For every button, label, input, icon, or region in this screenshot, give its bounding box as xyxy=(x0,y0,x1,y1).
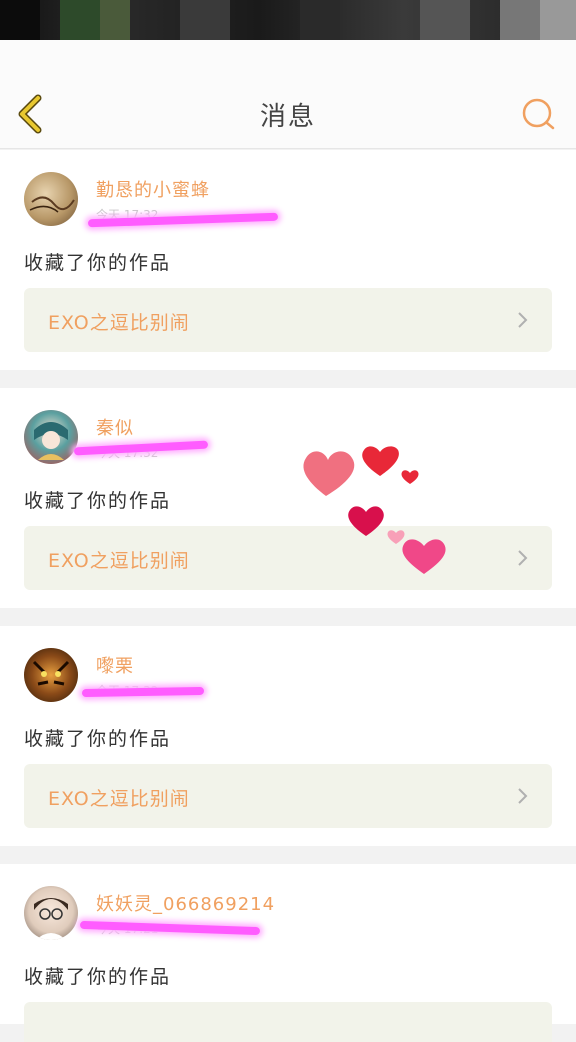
chevron-right-icon xyxy=(518,550,528,566)
username[interactable]: 秦似 xyxy=(96,414,134,440)
work-link[interactable]: EXO之逗比别闹 xyxy=(24,288,552,352)
work-title: EXO之逗比别闹 xyxy=(48,550,190,572)
search-button[interactable] xyxy=(520,96,556,132)
message-card: 妖妖灵_066869214 今天 17:21 收藏了你的作品 xyxy=(0,864,576,1042)
work-title: EXO之逗比别闹 xyxy=(48,312,190,334)
chevron-right-icon xyxy=(518,312,528,328)
avatar[interactable] xyxy=(24,410,78,464)
action-text: 收藏了你的作品 xyxy=(24,252,172,274)
username[interactable]: 妖妖灵_066869214 xyxy=(96,890,275,916)
action-text: 收藏了你的作品 xyxy=(24,728,172,750)
nav-header: 消息 xyxy=(0,40,576,149)
avatar[interactable] xyxy=(24,648,78,702)
search-icon xyxy=(522,98,555,130)
work-link[interactable]: EXO之逗比别闹 xyxy=(24,526,552,590)
avatar[interactable] xyxy=(24,172,78,226)
message-card: 勤恳的小蜜蜂 今天 17:32 收藏了你的作品 EXO之逗比别闹 xyxy=(0,150,576,370)
action-text: 收藏了你的作品 xyxy=(24,490,172,512)
avatar-image xyxy=(29,196,75,213)
avatar-image xyxy=(34,898,68,940)
message-card: 嚟栗 今天 17:32 收藏了你的作品 EXO之逗比别闹 xyxy=(0,626,576,846)
work-link[interactable] xyxy=(24,1002,552,1042)
username[interactable]: 勤恳的小蜜蜂 xyxy=(96,176,210,202)
avatar-image xyxy=(34,422,68,460)
action-text: 收藏了你的作品 xyxy=(24,966,172,988)
username[interactable]: 嚟栗 xyxy=(96,652,134,678)
status-bar xyxy=(0,0,576,40)
avatar[interactable] xyxy=(24,886,78,940)
page-title: 消息 xyxy=(259,102,316,132)
avatar-image xyxy=(32,660,70,686)
chevron-right-icon xyxy=(518,788,528,804)
work-title: EXO之逗比别闹 xyxy=(48,788,190,810)
work-link[interactable]: EXO之逗比别闹 xyxy=(24,764,552,828)
redaction-mark xyxy=(81,686,205,698)
message-card: 秦似 今天 17:32 收藏了你的作品 EXO之逗比别闹 xyxy=(0,388,576,608)
